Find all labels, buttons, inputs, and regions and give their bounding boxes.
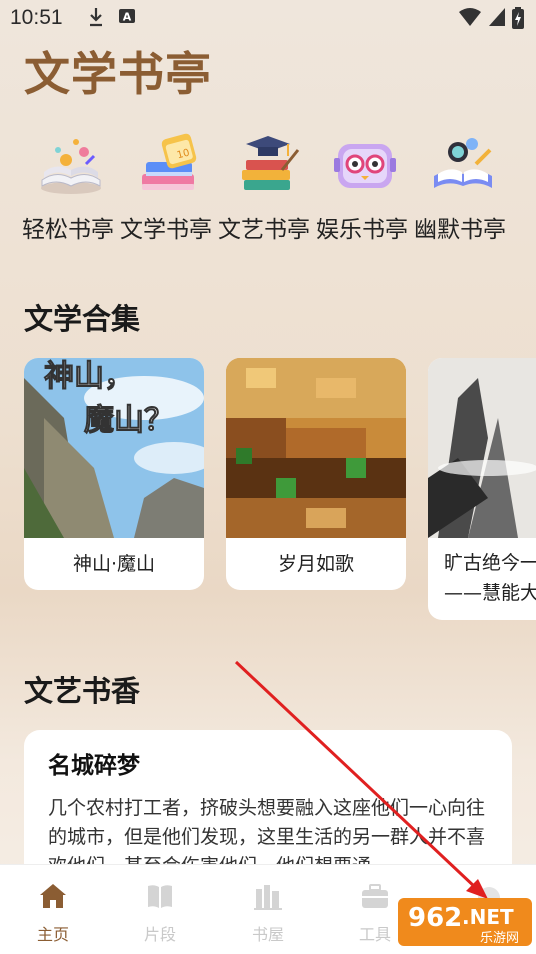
nav-label: 片段 <box>143 925 176 944</box>
category-arts[interactable]: 文艺书亭 <box>218 130 316 245</box>
download-icon <box>90 8 102 27</box>
svg-text:962: 962 <box>408 903 462 933</box>
category-literature[interactable]: 10 文学书亭 <box>120 130 218 245</box>
collection-card[interactable]: 旷古绝今一 ——慧能大 <box>428 358 536 620</box>
app-title: 文学书亭 <box>24 47 212 101</box>
svg-text:魔山？: 魔山？ <box>84 403 174 438</box>
book-stack-calendar-icon: 10 <box>142 133 197 190</box>
article-title: 名城碎梦 <box>48 753 140 779</box>
svg-text:.NET: .NET <box>462 905 514 929</box>
svg-text:A: A <box>123 11 132 24</box>
category-label: 文学书亭 <box>120 217 212 243</box>
nav-fragments[interactable]: 片段 <box>125 875 195 945</box>
svg-text:乐游网: 乐游网 <box>480 931 519 946</box>
nav-label: 主页 <box>36 925 69 944</box>
open-book-rocket-icon <box>434 138 492 188</box>
category-label: 文艺书亭 <box>218 217 310 243</box>
robot-glasses-icon <box>334 144 396 188</box>
category-easy[interactable]: 轻松书亭 <box>22 130 120 245</box>
category-entertainment[interactable]: 娱乐书亭 <box>316 130 414 245</box>
section-title-literary: 文艺书香 <box>24 674 141 708</box>
pixelated-cover-image <box>226 358 406 538</box>
cell-signal-icon <box>489 8 505 26</box>
nav-bookhouse[interactable]: 书屋 <box>233 875 303 945</box>
keyboard-a-icon: A <box>119 9 135 24</box>
category-label: 娱乐书亭 <box>316 217 408 243</box>
label-line-2: ——慧能大 <box>444 582 536 604</box>
status-bar: 10:51 A <box>0 0 536 36</box>
collection-card-label: 旷古绝今一 ——慧能大 <box>428 548 536 608</box>
collection-carousel[interactable]: 神山， 魔山？ 神山·魔山 岁月如歌 旷古绝今一 ——慧能大 <box>24 358 536 620</box>
collection-card[interactable]: 神山， 魔山？ 神山·魔山 <box>24 358 204 590</box>
bookshelf-icon <box>254 885 282 910</box>
label-line-1: 旷古绝今一 <box>444 552 536 574</box>
category-humor[interactable]: 幽默书亭 <box>414 130 512 245</box>
category-row: 轻松书亭 10 文学书亭 文艺书亭 娱乐书亭 幽默书亭 <box>22 130 522 245</box>
book-icon <box>148 885 172 908</box>
nav-home[interactable]: 主页 <box>18 875 88 945</box>
ink-painting-cover-image <box>428 358 536 538</box>
category-label: 幽默书亭 <box>414 217 506 243</box>
book-magic-icon <box>41 139 101 194</box>
svg-text:神山，: 神山， <box>44 359 134 394</box>
nav-label: 书屋 <box>251 925 284 944</box>
graduation-books-icon <box>242 136 300 190</box>
collection-card-label: 岁月如歌 <box>277 553 354 575</box>
battery-icon <box>512 7 524 29</box>
toolbox-icon <box>362 884 388 908</box>
collection-card[interactable]: 岁月如歌 <box>226 358 406 590</box>
mountain-cover-image: 神山， 魔山？ <box>24 358 204 538</box>
site-watermark-logo: 962 .NET 乐游网 <box>398 898 532 946</box>
category-label: 轻松书亭 <box>22 217 114 243</box>
section-title-collection: 文学合集 <box>24 302 141 336</box>
wifi-icon <box>459 8 481 26</box>
home-icon <box>40 884 66 908</box>
collection-card-label: 神山·魔山 <box>72 553 156 575</box>
status-time: 10:51 <box>10 6 63 29</box>
